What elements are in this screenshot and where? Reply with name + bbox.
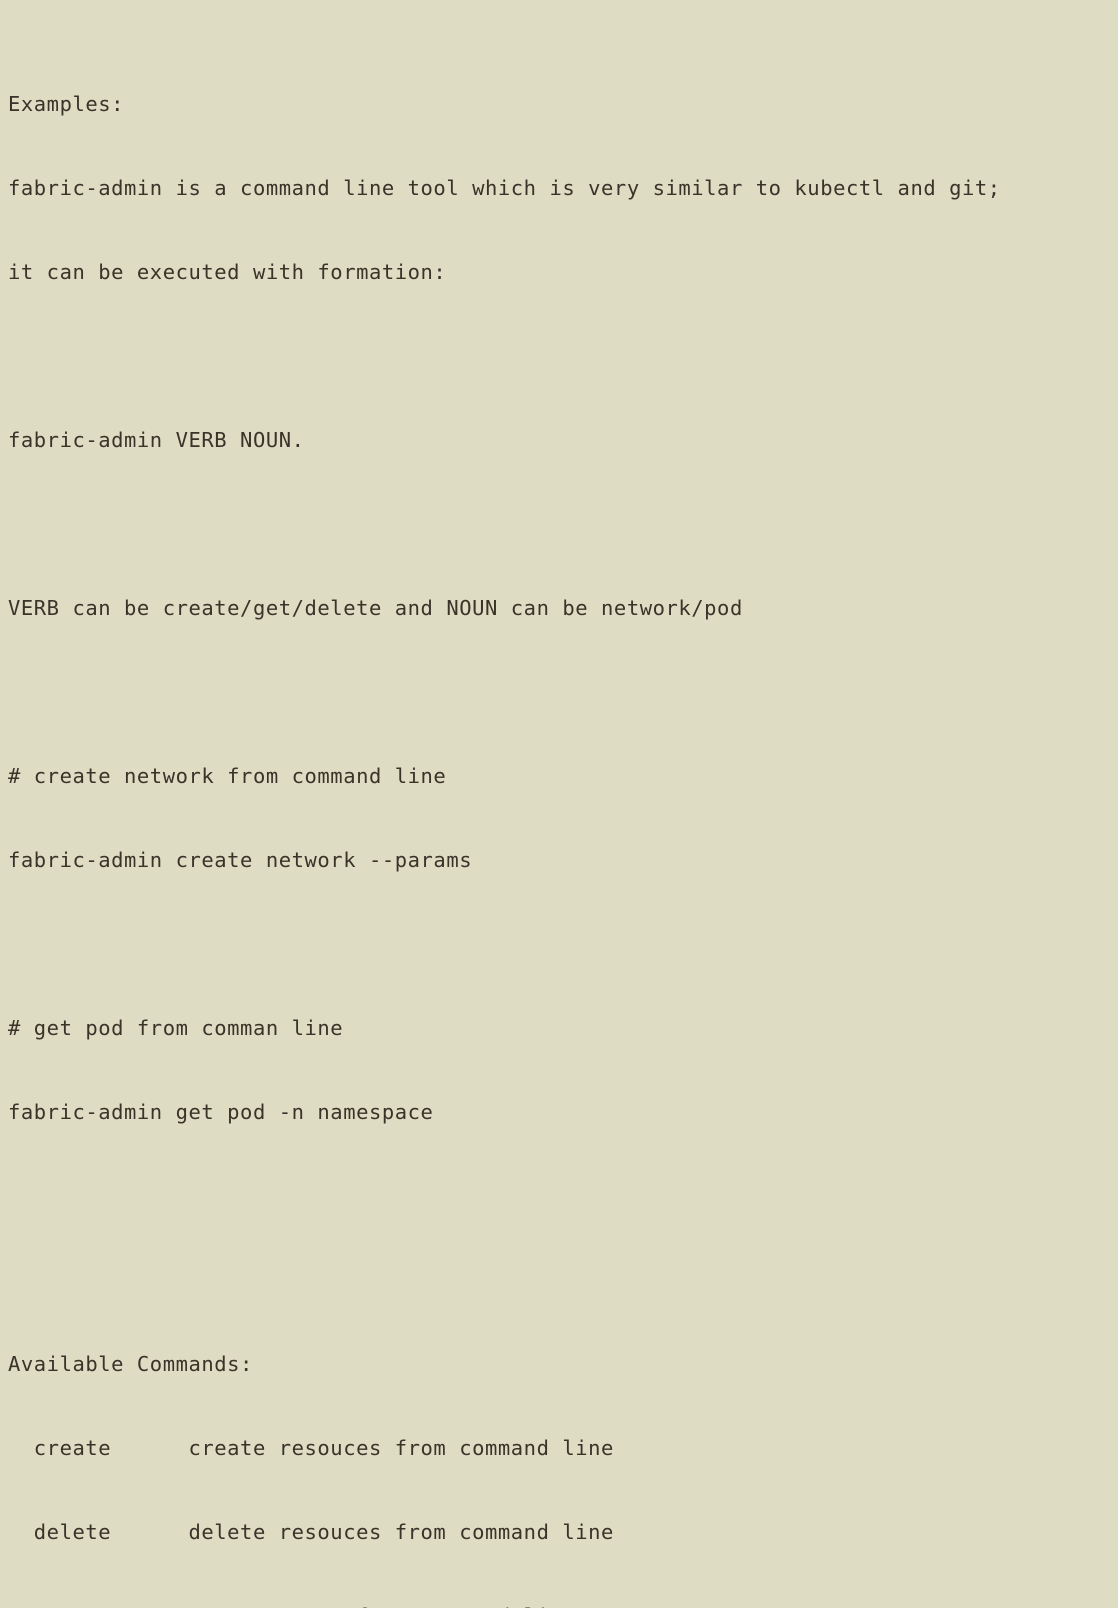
command-row-delete: delete delete resouces from command line: [8, 1520, 614, 1544]
available-commands-heading: Available Commands:: [8, 1352, 253, 1376]
examples-heading: Examples:: [8, 92, 125, 116]
command-row-create: create create resouces from command line: [8, 1436, 614, 1460]
description-line-2: it can be executed with formation:: [8, 260, 447, 284]
terminal-output[interactable]: Examples: fabric-admin is a command line…: [0, 0, 1118, 1608]
usage-pattern-line: fabric-admin VERB NOUN.: [8, 428, 305, 452]
description-line-1: fabric-admin is a command line tool whic…: [8, 176, 1001, 200]
command-row-get: get get resouces from command line: [8, 1602, 1118, 1608]
example-comment-get-pod: # get pod from comman line: [8, 1016, 344, 1040]
example-command-create-network: fabric-admin create network --params: [8, 848, 473, 872]
example-command-get-pod: fabric-admin get pod -n namespace: [8, 1100, 434, 1124]
example-comment-create-network: # create network from command line: [8, 764, 447, 788]
verb-noun-note-line: VERB can be create/get/delete and NOUN c…: [8, 596, 743, 620]
